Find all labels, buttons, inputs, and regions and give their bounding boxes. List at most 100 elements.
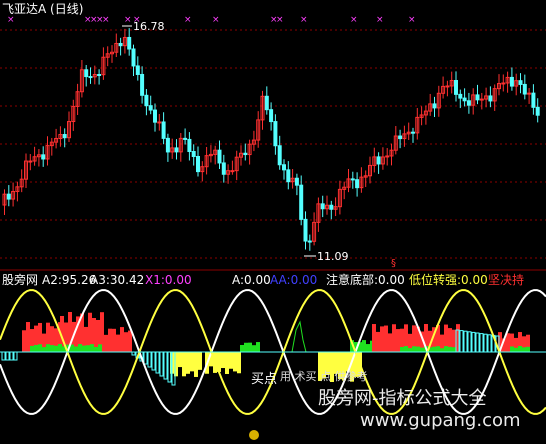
candle-body [531, 92, 536, 108]
green-histogram-bar [400, 347, 404, 352]
hint-text: 用 术买 点 供参考 [280, 370, 368, 383]
candle-body [277, 145, 282, 166]
yellow-histogram-bar [229, 352, 233, 369]
candle-body [355, 179, 360, 189]
green-histogram-bar [58, 344, 62, 352]
candle-body [454, 80, 458, 95]
cyan-histogram-bar [159, 351, 164, 377]
green-histogram-bar [90, 344, 94, 352]
green-histogram-bar [440, 348, 444, 352]
yellow-histogram-bar [237, 352, 241, 374]
green-histogram-bar [50, 345, 54, 352]
yellow-histogram-bar [190, 352, 194, 372]
candle-body [97, 73, 102, 76]
candle-body [376, 156, 381, 165]
green-histogram-bar [94, 346, 98, 352]
red-histogram-bar [128, 330, 132, 352]
candle-body [88, 76, 93, 79]
high-price-label: 16.78 [133, 20, 165, 33]
green-histogram-bar [248, 342, 252, 352]
watermark-url: www.gupang.com [360, 410, 521, 431]
yellow-histogram-bar [225, 352, 229, 374]
signal-marker: × [184, 15, 192, 25]
red-histogram-bar [380, 326, 384, 352]
yellow-histogram-bar [182, 352, 186, 377]
indicator-a: A:0.00 [232, 273, 271, 287]
candle-body [196, 155, 200, 173]
green-histogram-bar [78, 344, 82, 352]
green-histogram-bar [416, 346, 420, 352]
cyan-histogram-bar [9, 351, 14, 361]
candle-body [135, 65, 140, 75]
cyan-histogram-bar [463, 330, 468, 353]
candle-body [488, 95, 493, 102]
red-histogram-bar [376, 331, 380, 352]
signal-marker: × [212, 15, 220, 25]
yellow-histogram-bar [186, 352, 190, 374]
green-histogram-bar [436, 346, 440, 352]
candle-body [243, 152, 248, 156]
low-price-label: 11.09 [317, 250, 349, 263]
green-histogram-bar [34, 344, 38, 352]
cyan-histogram-bar [143, 351, 148, 365]
candle-body [264, 95, 269, 111]
green-histogram-bar [366, 344, 370, 352]
candle-body [299, 184, 304, 220]
candle-body [191, 151, 196, 157]
candle-body [432, 103, 437, 109]
signal-marker: × [300, 15, 308, 25]
yellow-histogram-bar [178, 352, 182, 368]
cyan-histogram-bar [471, 331, 476, 353]
signal-marker: × [102, 15, 110, 25]
signal-marker: × [124, 15, 132, 25]
cyan-histogram-bar [1, 351, 6, 361]
cyan-histogram-bar [163, 351, 168, 380]
candle-body [294, 177, 299, 186]
candle-body [6, 193, 11, 200]
cyan-histogram-bar [5, 351, 10, 361]
candlestick-series [2, 28, 540, 251]
candle-body [273, 121, 278, 147]
candle-body [230, 170, 235, 173]
candle-body [131, 48, 136, 67]
red-histogram-bar [22, 330, 26, 352]
cyan-histogram-bar [487, 334, 492, 353]
green-histogram-bar [420, 347, 424, 352]
candle-body [385, 155, 390, 158]
green-histogram-bar [42, 347, 46, 352]
green-histogram-bar [98, 344, 102, 352]
green-histogram-bar [452, 347, 456, 352]
candle-body [466, 100, 471, 106]
candle-body [462, 97, 467, 102]
candle-body [303, 218, 308, 242]
green-histogram-bar [444, 346, 448, 352]
candle-body [398, 135, 403, 140]
point-label: 点 [264, 372, 278, 387]
candle-body [307, 240, 312, 243]
green-histogram-bar [46, 344, 50, 352]
candle-body [174, 147, 179, 153]
candle-body [445, 85, 450, 88]
green-histogram-bar [522, 347, 526, 352]
yellow-histogram-bar [233, 352, 237, 372]
candle-body [28, 160, 33, 163]
cyan-histogram-bar [459, 330, 464, 353]
green-histogram-bar [252, 345, 256, 352]
cyan-histogram-bar [483, 333, 488, 353]
indicator-bottom-note: 注意底部:0.00 [326, 273, 405, 287]
green-histogram-bar [86, 345, 90, 352]
green-histogram-bar [54, 345, 58, 352]
candle-body [217, 149, 222, 164]
candle-body [221, 162, 226, 175]
cyan-histogram-bar [151, 351, 156, 371]
green-histogram-bar [74, 346, 78, 352]
indicator-a2: A2:95.26 [42, 273, 97, 287]
candle-body [350, 178, 355, 181]
green-histogram-bar [448, 346, 452, 352]
signal-glyph: § [391, 258, 396, 269]
candle-body [140, 73, 145, 96]
indicator-hold: 坚决持 [488, 273, 525, 287]
candle-body [127, 36, 132, 50]
cyan-histogram-bar [147, 351, 152, 368]
candle-body [161, 121, 166, 139]
